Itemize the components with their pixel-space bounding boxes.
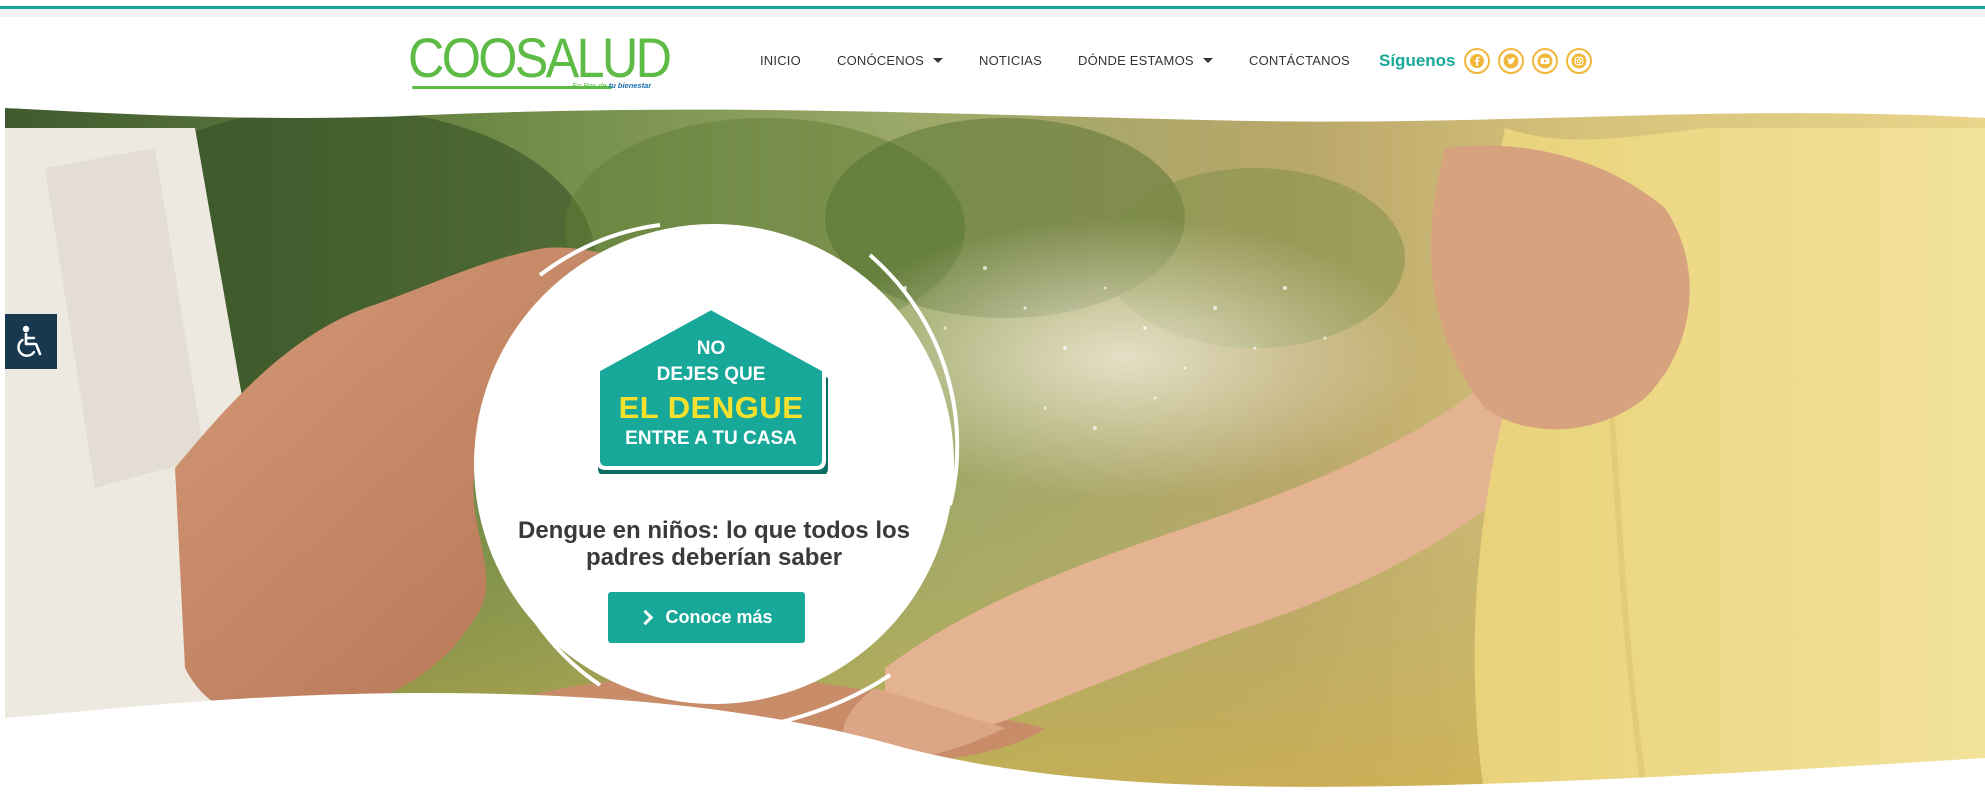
nav-item-label: DÓNDE ESTAMOS — [1078, 53, 1194, 68]
wheelchair-icon — [17, 325, 42, 357]
hero-banner — [5, 108, 1985, 798]
chevron-down-icon — [1202, 58, 1213, 64]
badge-line-3: EL DENGUE — [618, 390, 804, 425]
logo-tagline: En Pos de tu bienestar — [572, 81, 692, 90]
nav-item-noticias[interactable]: NOTICIAS — [979, 48, 1042, 74]
badge-line-4: ENTRE A TU CASA — [625, 428, 797, 449]
cta-label: Conoce más — [665, 607, 773, 627]
logo-tagline-bold: tu bienestar — [608, 81, 652, 90]
coosalud-logo[interactable]: COOSALUD En Pos de tu bienestar — [408, 28, 673, 96]
chevron-down-icon — [933, 58, 944, 64]
hero-headline: Dengue en niños: lo que todos los padres… — [517, 517, 910, 571]
nav-item-contactanos[interactable]: CONTÁCTANOS — [1249, 48, 1350, 74]
conoce-mas-button[interactable]: Conoce más — [608, 592, 805, 643]
youtube-icon — [1537, 53, 1553, 69]
nav-item-inicio[interactable]: INICIO — [760, 48, 801, 74]
instagram-icon — [1571, 53, 1587, 69]
facebook-link[interactable] — [1464, 48, 1490, 74]
badge-line-1: NO — [696, 338, 726, 359]
nav-item-donde-estamos[interactable]: DÓNDE ESTAMOS — [1078, 48, 1213, 74]
follow-label: Síguenos — [1379, 51, 1456, 70]
twitter-link[interactable] — [1498, 48, 1524, 74]
facebook-icon — [1470, 54, 1484, 68]
nav-item-label: NOTICIAS — [979, 53, 1042, 68]
top-gray-band — [0, 9, 1985, 17]
nav-item-label: INICIO — [760, 53, 801, 68]
chevron-right-icon — [638, 609, 654, 626]
youtube-link[interactable] — [1532, 48, 1558, 74]
logo-wordmark: COOSALUD — [408, 26, 672, 89]
instagram-link[interactable] — [1566, 48, 1592, 74]
logo-tagline-prefix: En Pos de — [572, 81, 607, 90]
accessibility-toggle[interactable] — [5, 314, 57, 369]
nav-item-conocenos[interactable]: CONÓCENOS — [837, 48, 944, 74]
nav-item-label: CONTÁCTANOS — [1249, 53, 1350, 68]
nav-item-label: CONÓCENOS — [837, 53, 925, 68]
twitter-icon — [1503, 53, 1519, 69]
hero-photo — [5, 108, 1985, 798]
badge-line-2: DEJES QUE — [656, 364, 766, 385]
